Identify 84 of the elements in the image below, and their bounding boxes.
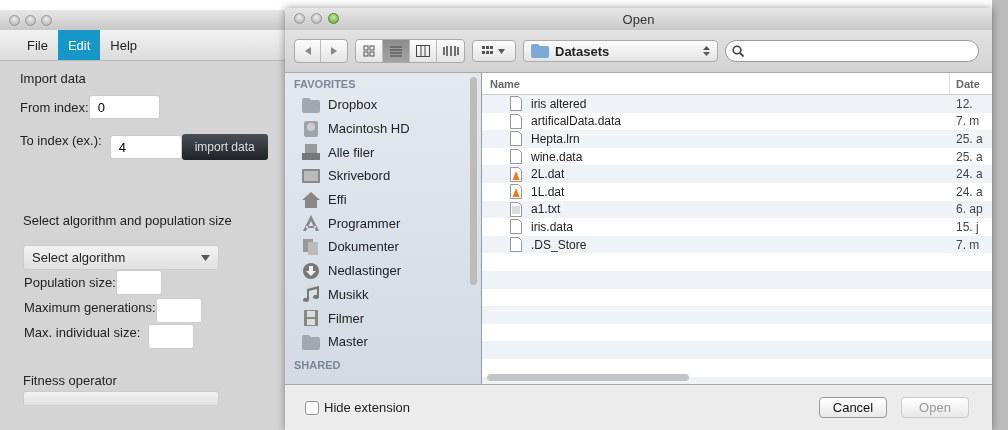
dialog-button[interactable]: Cancel — [819, 397, 887, 418]
docs-icon — [302, 238, 320, 255]
section-title: Fitness operator — [23, 373, 117, 388]
field-label: Max. individual size: — [24, 325, 141, 340]
list-icon — [390, 45, 402, 57]
file-name[interactable]: iris.data — [482, 219, 950, 235]
import-data-button[interactable]: import data — [181, 134, 268, 160]
input-field[interactable]: 4 — [109, 135, 182, 159]
file-date: 6. ap — [955, 202, 984, 217]
menu-item[interactable]: File — [17, 30, 58, 60]
stepper-arrows-icon — [703, 45, 710, 57]
apps-icon — [302, 215, 320, 232]
file-name[interactable]: iris altered — [482, 96, 950, 112]
hide-extension-checkbox[interactable]: Hide extension — [305, 400, 410, 415]
file-date: 15. j — [955, 219, 980, 234]
file-date: 24. a — [955, 184, 984, 199]
bars-icon — [442, 45, 459, 57]
file-name[interactable]: .DS_Store — [482, 237, 950, 253]
sidebar-item[interactable]: Skrivebord — [285, 164, 397, 188]
sidebar-item[interactable]: Master — [285, 329, 374, 354]
sidebar-item[interactable]: Dokumenter — [285, 235, 405, 259]
sidebar-heading: FAVORITES — [293, 78, 356, 92]
sidebar-item[interactable]: Effi — [285, 187, 353, 212]
music-icon — [302, 286, 320, 303]
input-field[interactable] — [155, 298, 202, 323]
file-date: 24. a — [955, 167, 984, 182]
sidebar-heading: SHARED — [293, 358, 341, 373]
file-name[interactable]: a1.txt — [482, 201, 950, 217]
sidebar-item[interactable]: Macintosh HD — [285, 116, 416, 141]
arrange-button[interactable] — [472, 40, 516, 62]
dropdown-arrow-icon — [201, 254, 210, 261]
menu-item[interactable]: Help — [100, 30, 148, 60]
home-icon — [302, 191, 320, 208]
file-name[interactable]: artificalData.data — [482, 113, 950, 129]
file-date: 12. — [955, 96, 974, 111]
file-date: 7. m — [955, 237, 981, 252]
scrollbar[interactable] — [470, 77, 477, 285]
sidebar-item[interactable]: Dropbox — [285, 93, 384, 117]
input-field[interactable] — [115, 270, 162, 295]
sidebar-item[interactable]: Nedlastinger — [285, 258, 407, 283]
file-date: 25. a — [955, 149, 984, 164]
folder-icon — [531, 44, 549, 58]
input-field[interactable]: 0 — [88, 95, 160, 119]
zoom-icon[interactable] — [328, 13, 339, 24]
sidebar-item[interactable]: Programmer — [285, 211, 407, 236]
grid-icon — [363, 45, 375, 57]
minimize-icon[interactable] — [311, 13, 322, 24]
grid-dropdown-icon — [482, 45, 506, 57]
window-control-icon[interactable] — [25, 14, 36, 26]
sidebar-item[interactable]: Alle filer — [285, 140, 381, 165]
folder-icon — [302, 333, 320, 350]
column-header[interactable]: Name — [482, 73, 949, 94]
field-label: From index: — [20, 99, 89, 115]
columns-icon — [416, 45, 430, 57]
field-label: To index (ex.): — [20, 133, 102, 148]
window-title: Open — [622, 11, 655, 27]
file-name[interactable]: Hepta.lrn — [482, 131, 950, 147]
file-date: 25. a — [955, 132, 984, 146]
close-icon[interactable] — [294, 13, 305, 24]
location-dropdown[interactable]: Datasets — [523, 40, 718, 62]
forward-icon — [329, 46, 339, 56]
file-name[interactable]: 1L.dat — [482, 184, 950, 200]
file-name[interactable]: 2L.dat — [482, 166, 950, 182]
sidebar-item[interactable]: Filmer — [285, 306, 371, 330]
search-icon — [732, 45, 744, 57]
file-name[interactable]: wine.data — [482, 149, 950, 165]
window-control-icon[interactable] — [9, 14, 20, 26]
fitness-dropdown[interactable] — [23, 391, 219, 405]
search-field[interactable] — [725, 40, 979, 62]
drawer-icon — [302, 144, 320, 161]
field-label: Maximum generations: — [24, 300, 156, 315]
desktop-icon — [302, 167, 320, 184]
download-icon — [302, 262, 320, 279]
input-field[interactable] — [148, 324, 195, 349]
algorithm-dropdown[interactable]: Select algorithm — [23, 245, 219, 270]
folder-icon — [302, 96, 320, 113]
section-title: Select algorithm and population size — [23, 213, 232, 228]
section-title: Import data — [20, 71, 86, 86]
scrollbar[interactable] — [487, 374, 689, 381]
field-label: Population size: — [24, 275, 116, 290]
film-icon — [302, 310, 320, 327]
file-date: 7. m — [955, 114, 981, 129]
sidebar-item[interactable]: Musikk — [285, 282, 375, 307]
window-control-icon[interactable] — [41, 14, 52, 26]
